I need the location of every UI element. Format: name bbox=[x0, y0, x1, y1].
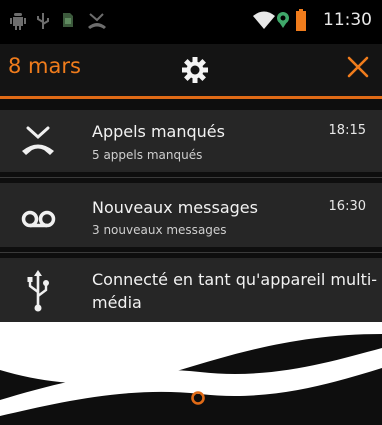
gear-icon[interactable] bbox=[182, 57, 208, 83]
notification-title: Appels manqués bbox=[92, 122, 225, 141]
notification-header: 8 mars bbox=[0, 44, 382, 97]
header-separator bbox=[0, 96, 382, 99]
usb-icon bbox=[27, 270, 49, 312]
notification-usb-connection[interactable]: Connecté en tant qu'appareil multi- médi… bbox=[0, 258, 382, 324]
missed-call-icon bbox=[88, 13, 106, 29]
status-bar: 11:30 bbox=[0, 0, 382, 44]
date-label: 8 mars bbox=[8, 54, 81, 78]
voicemail-icon bbox=[21, 210, 56, 228]
divider bbox=[0, 177, 382, 178]
battery-icon bbox=[296, 9, 306, 31]
usb-icon bbox=[37, 13, 49, 29]
notification-messages[interactable]: Nouveaux messages 3 nouveaux messages 16… bbox=[0, 183, 382, 247]
close-icon[interactable] bbox=[346, 55, 370, 79]
drag-handle-area[interactable] bbox=[0, 322, 382, 425]
wifi-icon bbox=[253, 11, 275, 29]
divider bbox=[0, 252, 382, 253]
status-time: 11:30 bbox=[323, 10, 372, 30]
notification-subtitle: 5 appels manqués bbox=[92, 148, 203, 162]
notification-title-line2: média bbox=[92, 293, 142, 312]
notification-subtitle: 3 nouveaux messages bbox=[92, 223, 227, 237]
sim-card-icon bbox=[63, 13, 73, 27]
android-debug-icon bbox=[10, 13, 26, 30]
notification-title-line1: Connecté en tant qu'appareil multi- bbox=[92, 270, 378, 289]
notification-time: 16:30 bbox=[328, 199, 366, 214]
notification-time: 18:15 bbox=[328, 123, 366, 138]
location-icon bbox=[277, 12, 289, 28]
missed-call-icon bbox=[22, 126, 54, 155]
notification-title: Nouveaux messages bbox=[92, 198, 258, 217]
notification-missed-calls[interactable]: Appels manqués 5 appels manqués 18:15 bbox=[0, 110, 382, 172]
